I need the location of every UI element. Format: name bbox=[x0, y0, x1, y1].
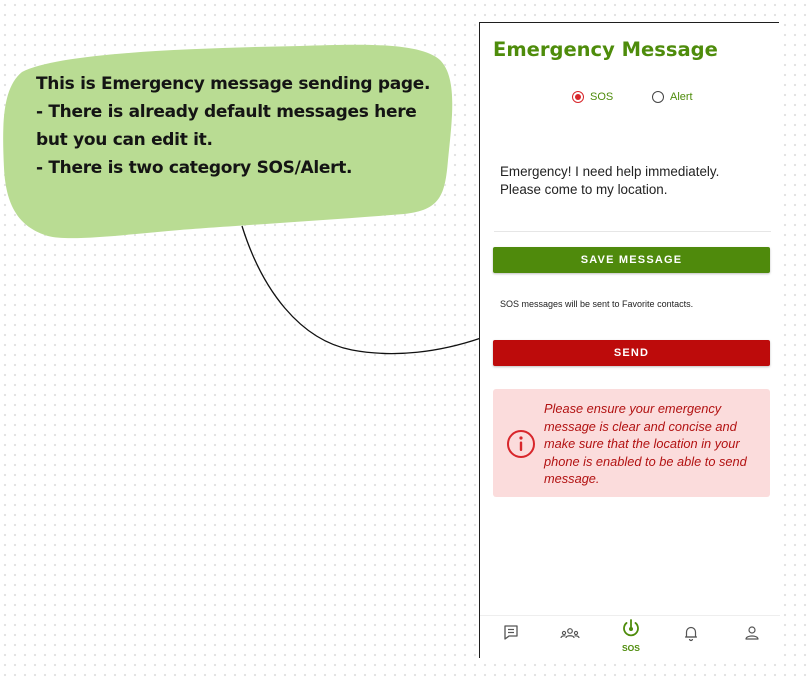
notifications-icon[interactable] bbox=[681, 624, 701, 644]
message-input-underline bbox=[494, 231, 771, 232]
contacts-icon[interactable] bbox=[560, 624, 580, 644]
send-button[interactable]: SEND bbox=[493, 340, 770, 366]
warning-text: Please ensure your emergency message is … bbox=[544, 401, 747, 487]
radio-unselected-icon bbox=[652, 91, 664, 103]
radio-sos[interactable]: SOS bbox=[572, 91, 613, 103]
radio-sos-label: SOS bbox=[590, 91, 614, 103]
page-title: Emergency Message bbox=[493, 38, 718, 61]
recipients-hint: SOS messages will be sent to Favorite co… bbox=[500, 299, 694, 309]
sos-nav-label: SOS bbox=[622, 643, 640, 653]
save-message-button[interactable]: SAVE MESSAGE bbox=[493, 247, 770, 273]
messages-icon[interactable] bbox=[501, 624, 521, 644]
info-icon bbox=[506, 429, 536, 464]
category-radio-group: SOS Alert bbox=[480, 91, 780, 111]
radio-selected-icon bbox=[572, 91, 584, 103]
sos-icon[interactable] bbox=[621, 618, 641, 638]
message-input[interactable]: Emergency! I need help immediately. Plea… bbox=[500, 163, 760, 199]
radio-alert[interactable]: Alert bbox=[652, 91, 693, 103]
profile-icon[interactable] bbox=[742, 624, 762, 644]
bottom-navigation: SOS bbox=[480, 615, 780, 658]
warning-box: Please ensure your emergency message is … bbox=[493, 389, 770, 497]
phone-screen: Emergency Message SOS Alert Emergency! I… bbox=[479, 22, 780, 658]
radio-alert-label: Alert bbox=[670, 91, 693, 103]
